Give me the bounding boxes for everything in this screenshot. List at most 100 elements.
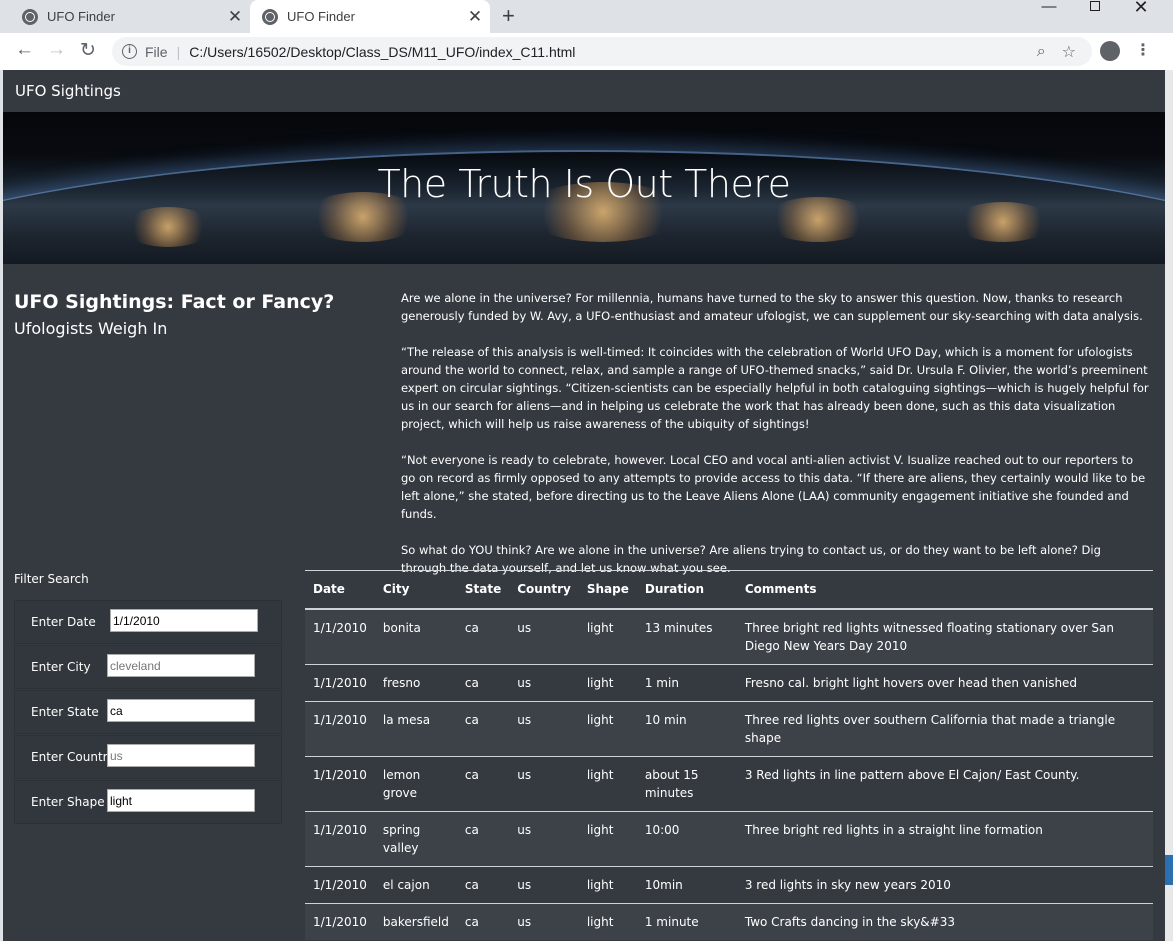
cell-country: us [509, 755, 579, 811]
cell-comments: Three bright red lights in a straight li… [736, 810, 1153, 866]
cell-shape: light [578, 865, 637, 903]
account-icon[interactable] [1100, 41, 1120, 61]
star-icon[interactable]: ☆ [1062, 42, 1076, 62]
cell-shape: light [578, 902, 637, 940]
background-window-edge [1165, 70, 1173, 941]
cell-duration: 1 min [636, 663, 737, 701]
column-header-shape: Shape [578, 570, 637, 610]
address-bar[interactable]: i File | C:/Users/16502/Desktop/Class_DS… [112, 37, 1092, 66]
column-header-city: City [374, 570, 457, 610]
filter-label: Enter City [31, 660, 91, 674]
state-input[interactable] [107, 699, 255, 722]
globe-icon [22, 8, 38, 25]
cell-date: 1/1/2010 [305, 608, 375, 664]
cell-shape: light [578, 755, 637, 811]
close-icon[interactable]: ✕ [220, 7, 250, 27]
table-row: 1/1/2010 fresno ca us light 1 min Fresno cal. … [305, 663, 1153, 701]
cell-state: ca [456, 810, 510, 866]
table-row: 1/1/2010 lemon grove ca us light about 15 min… [305, 755, 1153, 811]
zoom-icon[interactable]: ⌕ [1037, 43, 1046, 61]
cell-country: us [509, 608, 579, 664]
maximize-icon [1090, 1, 1100, 11]
cell-comments: 3 Red lights in line pattern above El Ca… [736, 755, 1153, 811]
cell-state: ca [456, 663, 510, 701]
column-header-comments: Comments [736, 570, 1153, 610]
filter-label: Enter Date [31, 615, 96, 629]
cell-comments: Three bright red lights witnessed floati… [736, 608, 1153, 664]
date-input[interactable] [110, 609, 258, 632]
article-paragraph: Are we alone in the universe? For millen… [401, 291, 1143, 323]
cell-city: bakersfield [374, 902, 457, 940]
table-body: 1/1/2010 bonita ca us light 13 minutes Three b… [305, 608, 1153, 940]
table-header-row: Date City State Country Shape Duration C… [305, 570, 1153, 610]
minimize-button[interactable]: — [1026, 0, 1072, 20]
table-row: 1/1/2010 la mesa ca us light 10 min Three red … [305, 700, 1153, 756]
cell-date: 1/1/2010 [305, 700, 375, 756]
maximize-button[interactable] [1072, 0, 1118, 20]
cell-date: 1/1/2010 [305, 663, 375, 701]
menu-icon[interactable]: ⋮ [1135, 40, 1151, 60]
scheme-label: File [145, 43, 168, 60]
tab-ufo-finder-1[interactable]: UFO Finder ✕ [0, 0, 250, 33]
url-text[interactable]: C:/Users/16502/Desktop/Class_DS/M11_UFO/… [189, 44, 1036, 60]
cell-city: bonita [374, 608, 457, 664]
close-window-button[interactable]: ✕ [1118, 0, 1164, 20]
column-header-duration: Duration [636, 570, 737, 610]
tab-title: UFO Finder [47, 9, 115, 24]
close-icon[interactable]: ✕ [460, 7, 490, 27]
column-header-country: Country [509, 570, 579, 610]
navbar-brand[interactable]: UFO Sightings [15, 82, 121, 100]
cell-comments: Three red lights over southern Californi… [736, 700, 1153, 756]
filter-label: Enter State [31, 705, 99, 719]
cell-duration: 10 min [636, 700, 737, 756]
cell-city: lemon grove [374, 755, 457, 811]
cell-date: 1/1/2010 [305, 810, 375, 866]
shape-input[interactable] [107, 789, 255, 812]
cell-shape: light [578, 810, 637, 866]
new-tab-button[interactable]: + [502, 3, 515, 29]
cell-city: la mesa [374, 700, 457, 756]
cell-country: us [509, 865, 579, 903]
filter-date: Enter Date [14, 600, 282, 644]
cell-duration: 13 minutes [636, 608, 737, 664]
column-header-date: Date [305, 570, 375, 610]
navbar: UFO Sightings [3, 70, 1165, 112]
reload-button[interactable]: ↻ [80, 39, 96, 62]
article-paragraph: “The release of this analysis is well-ti… [401, 345, 1149, 431]
country-input[interactable] [107, 744, 255, 767]
city-lights [953, 202, 1053, 242]
cell-comments: Two Crafts dancing in the sky&#33 [736, 902, 1153, 940]
table-row: 1/1/2010 el cajon ca us light 10min 3 red ligh… [305, 865, 1153, 903]
forward-button[interactable]: → [47, 39, 66, 61]
cell-date: 1/1/2010 [305, 902, 375, 940]
cell-comments: Fresno cal. bright light hovers over hea… [736, 663, 1153, 701]
cell-state: ca [456, 902, 510, 940]
cell-country: us [509, 700, 579, 756]
cell-duration: 1 minute [636, 902, 737, 940]
back-button[interactable]: ← [15, 39, 34, 61]
tab-title: UFO Finder [287, 9, 355, 24]
divider: | [176, 43, 181, 60]
filter-shape: Enter Shape [14, 780, 282, 824]
cell-country: us [509, 902, 579, 940]
city-input[interactable] [107, 654, 255, 677]
cell-state: ca [456, 865, 510, 903]
filter-country: Enter Country [14, 735, 282, 779]
cell-shape: light [578, 663, 637, 701]
info-icon[interactable]: i [122, 44, 137, 59]
browser-toolbar: ← → ↻ i File | C:/Users/16502/Desktop/Cl… [0, 33, 1173, 70]
hero-title: The Truth Is Out There [377, 162, 791, 206]
globe-icon [262, 8, 278, 25]
table-row: 1/1/2010 bakersfield ca us light 1 minute Two … [305, 902, 1153, 940]
web-page: UFO Sightings The Truth Is Out There UFO… [3, 70, 1165, 941]
cell-duration: about 15 minutes [636, 755, 737, 811]
tab-ufo-finder-2[interactable]: UFO Finder ✕ [250, 0, 490, 33]
filter-title: Filter Search [14, 572, 89, 586]
tab-strip: UFO Finder ✕ UFO Finder ✕ + — ✕ [0, 0, 1173, 33]
cell-city: fresno [374, 663, 457, 701]
cell-date: 1/1/2010 [305, 755, 375, 811]
cell-comments: 3 red lights in sky new years 2010 [736, 865, 1153, 903]
filter-label: Enter Country [31, 750, 115, 764]
city-lights [123, 207, 213, 247]
hero-banner: The Truth Is Out There [3, 112, 1165, 264]
